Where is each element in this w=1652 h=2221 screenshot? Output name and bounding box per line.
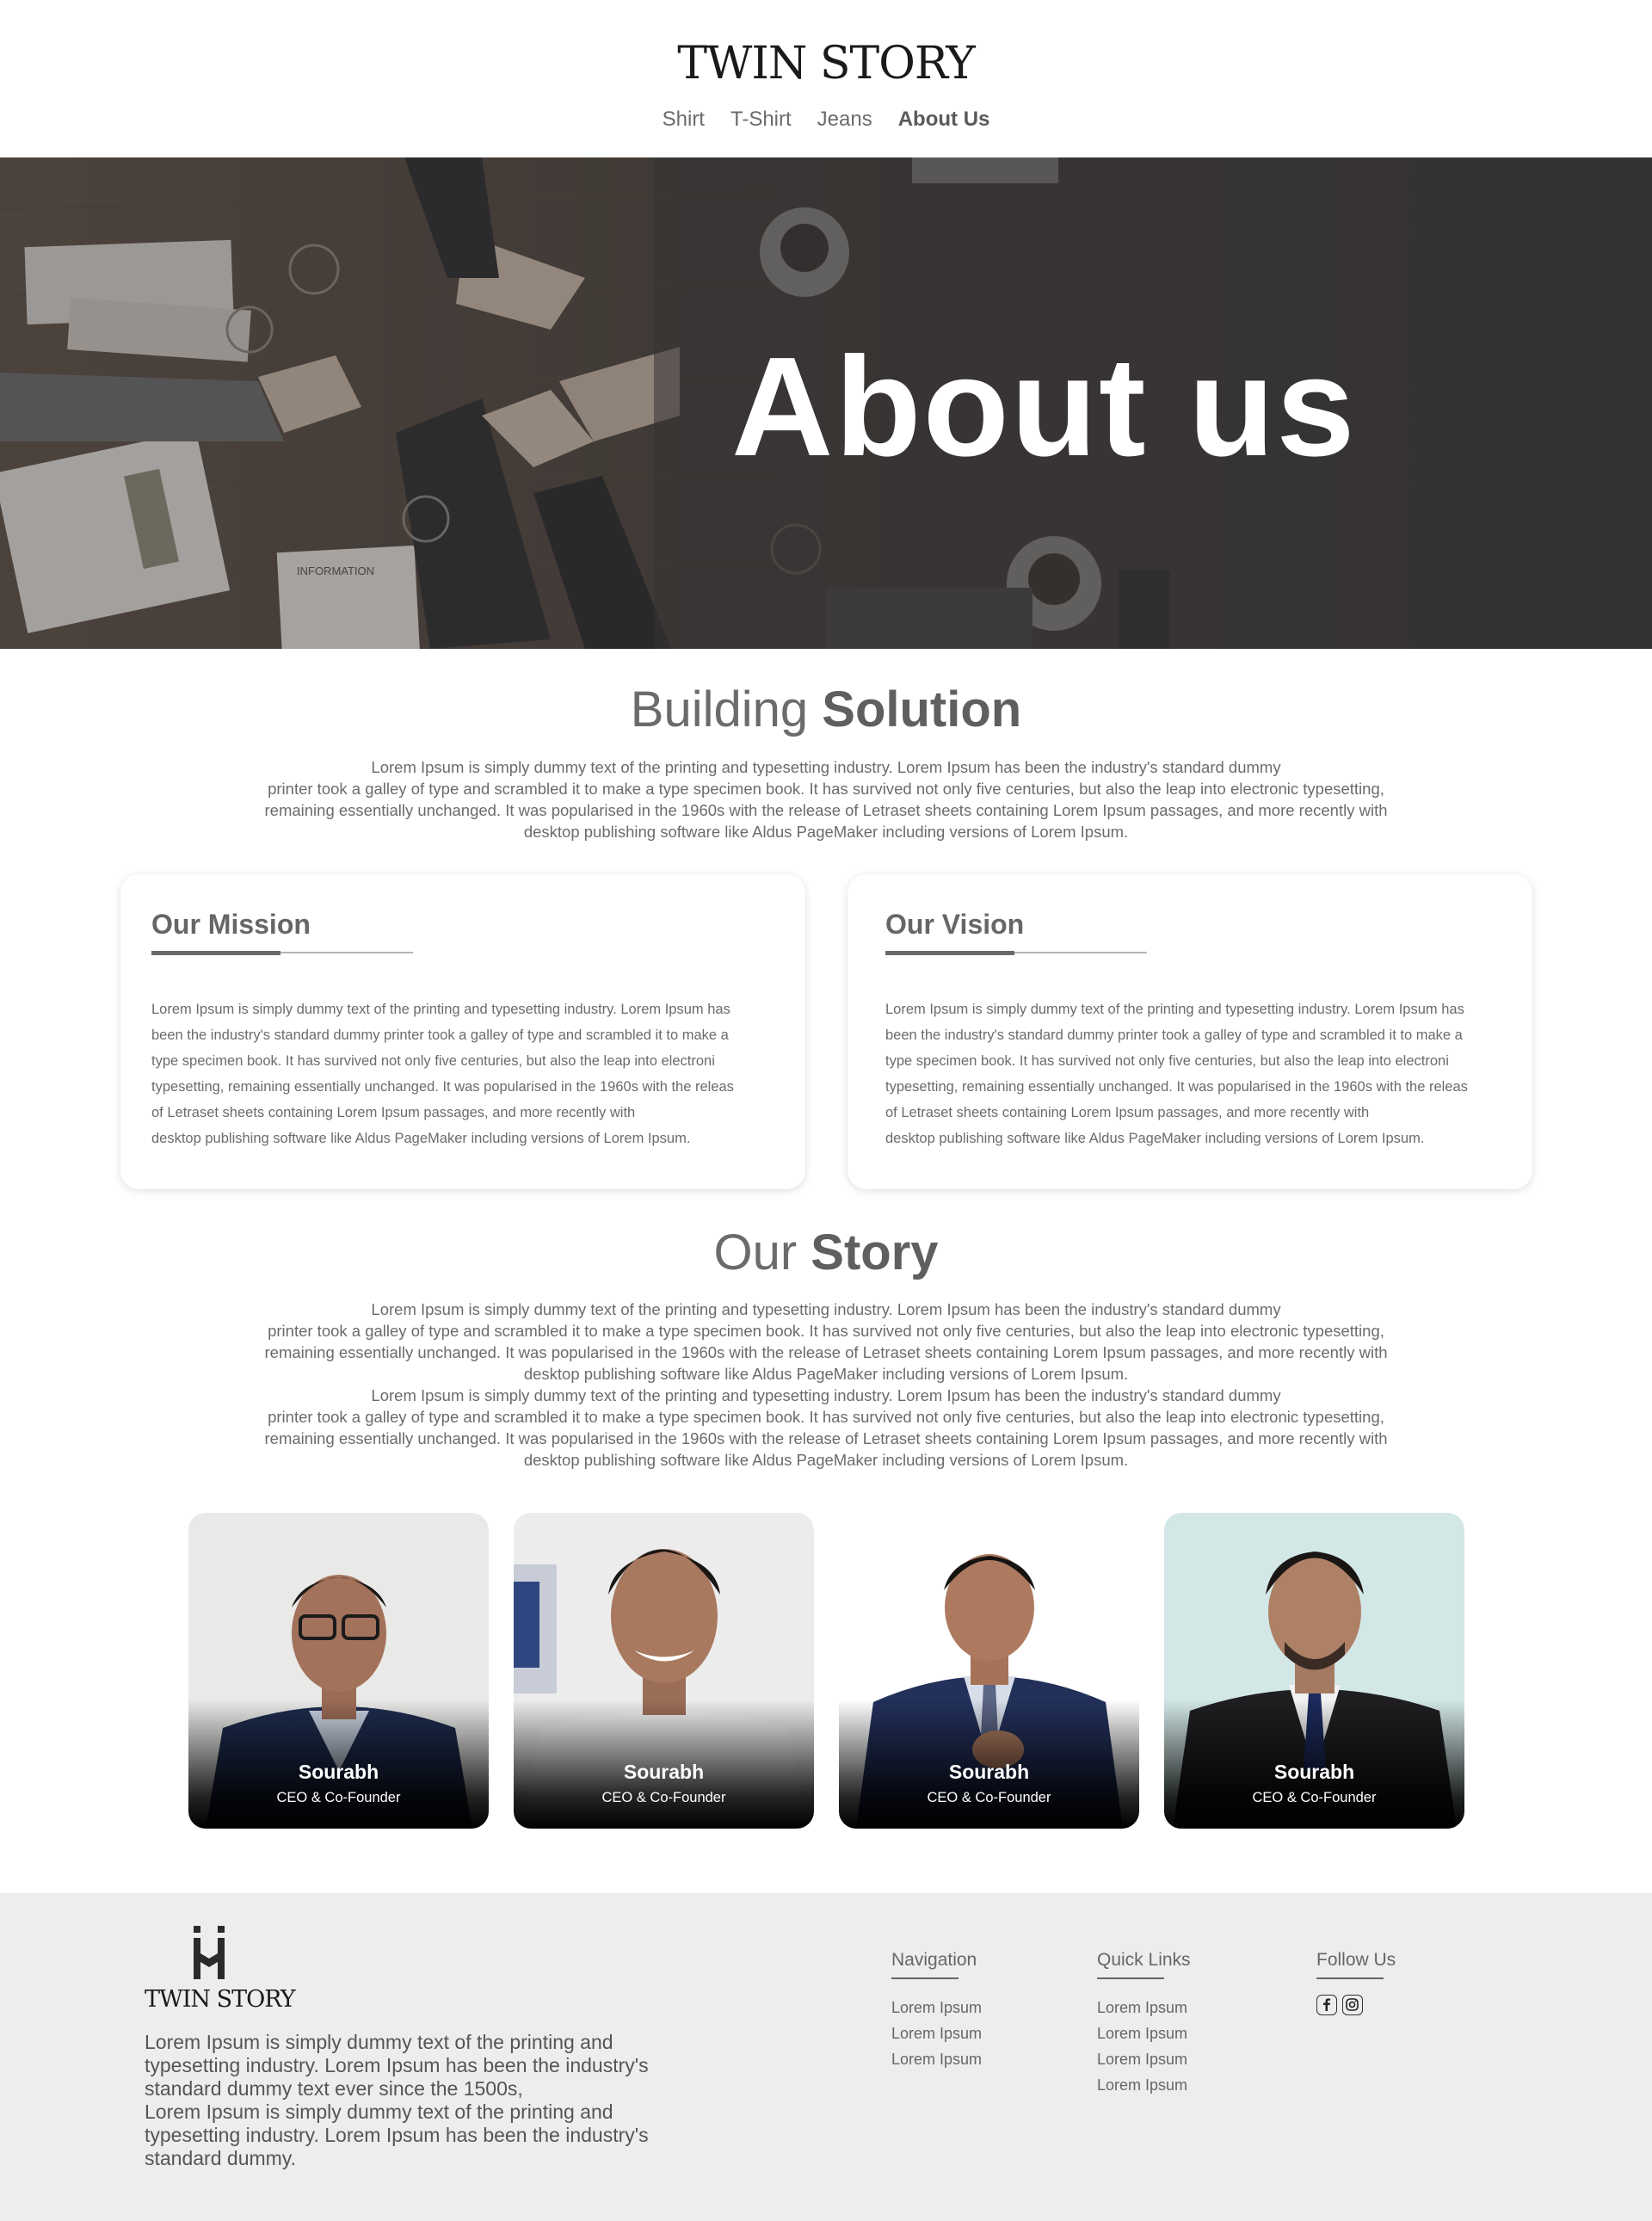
- footer-quick-links-title: Quick Links: [1097, 1950, 1191, 1970]
- footer-description-line: typesetting industry. Lorem Ipsum has be…: [145, 2124, 649, 2146]
- site-footer: TWIN STORY Lorem Ipsum is simply dummy t…: [0, 1893, 1652, 2221]
- nav-item-about-us[interactable]: About Us: [898, 105, 990, 134]
- mission-line: Lorem Ipsum is simply dummy text of the …: [151, 1002, 730, 1017]
- footer-nav-link[interactable]: Lorem Ipsum: [891, 2020, 982, 2046]
- building-solution-text: Lorem Ipsum is simply dummy text of the …: [224, 756, 1428, 842]
- vision-line: been the industry's standard dummy print…: [885, 1027, 1463, 1043]
- mission-line: type specimen book. It has survived not …: [151, 1053, 715, 1069]
- nav-item-jeans[interactable]: Jeans: [817, 105, 872, 134]
- hero-title: About us: [731, 328, 1357, 485]
- building-heading-bold: Solution: [822, 682, 1022, 737]
- vision-text: Lorem Ipsum is simply dummy text of the …: [885, 996, 1513, 1151]
- story-line: Lorem Ipsum is simply dummy text of the …: [371, 1386, 1281, 1404]
- story-heading-light: Our: [713, 1225, 798, 1280]
- footer-quick-link[interactable]: Lorem Ipsum: [1097, 2046, 1191, 2072]
- footer-nav-link[interactable]: Lorem Ipsum: [891, 2046, 982, 2072]
- team-member-name: Sourabh: [1273, 1761, 1355, 1783]
- footer-quick-link[interactable]: Lorem Ipsum: [1097, 1995, 1191, 2020]
- instagram-icon[interactable]: [1342, 1995, 1363, 2015]
- vision-card: Our Vision Lorem Ipsum is simply dummy t…: [848, 874, 1532, 1189]
- vision-line: Lorem Ipsum is simply dummy text of the …: [885, 1002, 1464, 1017]
- vision-line: desktop publishing software like Aldus P…: [885, 1131, 1425, 1146]
- footer-description-line: standard dummy text ever since the 1500s…: [145, 2077, 523, 2100]
- vision-title: Our Vision: [885, 909, 1025, 940]
- brand-mark-icon: [194, 1926, 225, 1979]
- footer-navigation-underline: [891, 1977, 959, 1979]
- footer-navigation: Navigation Lorem Ipsum Lorem Ipsum Lorem…: [891, 1948, 982, 2072]
- mission-card: Our Mission Lorem Ipsum is simply dummy …: [120, 874, 805, 1189]
- mission-line: typesetting, remaining essentially uncha…: [151, 1079, 734, 1095]
- story-line: remaining essentially unchanged. It was …: [264, 1429, 1388, 1447]
- footer-description-line: typesetting industry. Lorem Ipsum has be…: [145, 2054, 649, 2076]
- vision-divider-accent: [885, 951, 1014, 955]
- site-header: TWIN STORY Shirt T-Shirt Jeans About Us: [0, 0, 1652, 157]
- mission-line: been the industry's standard dummy print…: [151, 1027, 729, 1043]
- team-member-card[interactable]: Sourabh CEO & Co-Founder: [188, 1513, 489, 1829]
- nav-item-tshirt[interactable]: T-Shirt: [730, 105, 792, 134]
- building-line: Lorem Ipsum is simply dummy text of the …: [371, 758, 1281, 776]
- footer-quick-link[interactable]: Lorem Ipsum: [1097, 2020, 1191, 2046]
- team-member-name: Sourabh: [298, 1761, 379, 1783]
- footer-logo[interactable]: TWIN STORY: [145, 1986, 296, 2014]
- mission-text: Lorem Ipsum is simply dummy text of the …: [151, 996, 780, 1151]
- footer-description: Lorem Ipsum is simply dummy text of the …: [145, 2031, 730, 2170]
- footer-description-line: standard dummy.: [145, 2147, 296, 2169]
- main-nav: Shirt T-Shirt Jeans About Us: [0, 105, 1652, 134]
- story-heading-bold: Story: [811, 1225, 939, 1280]
- mission-line: desktop publishing software like Aldus P…: [151, 1131, 691, 1146]
- story-line: printer took a galley of type and scramb…: [268, 1408, 1384, 1426]
- footer-follow-title: Follow Us: [1316, 1950, 1396, 1970]
- hero-banner: INFORMATION About us: [0, 157, 1652, 649]
- team-member-name: Sourabh: [623, 1761, 705, 1783]
- vision-line: of Letraset sheets containing Lorem Ipsu…: [885, 1105, 1370, 1120]
- site-logo[interactable]: TWIN STORY: [0, 38, 1652, 89]
- vision-line: typesetting, remaining essentially uncha…: [885, 1079, 1468, 1095]
- team-member-card[interactable]: Sourabh CEO & Co-Founder: [1164, 1513, 1464, 1829]
- building-line: desktop publishing software like Aldus P…: [523, 823, 1129, 841]
- footer-quick-links-underline: [1097, 1977, 1164, 1979]
- building-solution-heading: Building Solution: [0, 680, 1652, 740]
- building-heading-light: Building: [630, 682, 809, 737]
- story-line: Lorem Ipsum is simply dummy text of the …: [371, 1300, 1281, 1318]
- our-story-heading: Our Story: [0, 1223, 1652, 1283]
- story-line: remaining essentially unchanged. It was …: [264, 1343, 1388, 1361]
- footer-quick-links: Quick Links Lorem Ipsum Lorem Ipsum Lore…: [1097, 1948, 1191, 2098]
- social-links: [1316, 1995, 1396, 2015]
- team-member-role: CEO & Co-Founder: [601, 1790, 726, 1805]
- our-story-text: Lorem Ipsum is simply dummy text of the …: [224, 1299, 1428, 1471]
- team-member-role: CEO & Co-Founder: [1252, 1790, 1377, 1805]
- team-member-card[interactable]: Sourabh CEO & Co-Founder: [514, 1513, 814, 1829]
- team-member-name: Sourabh: [948, 1761, 1030, 1783]
- mission-title: Our Mission: [151, 909, 311, 940]
- footer-follow-underline: [1316, 1977, 1384, 1979]
- footer-description-line: Lorem Ipsum is simply dummy text of the …: [145, 2101, 613, 2123]
- story-line: desktop publishing software like Aldus P…: [523, 1365, 1129, 1383]
- footer-nav-link[interactable]: Lorem Ipsum: [891, 1995, 982, 2020]
- story-line: desktop publishing software like Aldus P…: [523, 1451, 1129, 1469]
- mission-line: of Letraset sheets containing Lorem Ipsu…: [151, 1105, 636, 1120]
- nav-item-shirt[interactable]: Shirt: [663, 105, 705, 134]
- facebook-icon[interactable]: [1316, 1995, 1337, 2015]
- story-line: printer took a galley of type and scramb…: [268, 1322, 1384, 1340]
- footer-quick-link[interactable]: Lorem Ipsum: [1097, 2072, 1191, 2098]
- team-member-role: CEO & Co-Founder: [927, 1790, 1051, 1805]
- building-line: printer took a galley of type and scramb…: [268, 780, 1384, 798]
- building-line: remaining essentially unchanged. It was …: [264, 801, 1388, 819]
- vision-line: type specimen book. It has survived not …: [885, 1053, 1449, 1069]
- footer-follow-us: Follow Us: [1316, 1948, 1396, 2015]
- team-member-role: CEO & Co-Founder: [276, 1790, 401, 1805]
- footer-description-line: Lorem Ipsum is simply dummy text of the …: [145, 2031, 613, 2053]
- footer-navigation-title: Navigation: [891, 1950, 977, 1970]
- mission-divider-accent: [151, 951, 280, 955]
- team-member-card[interactable]: Sourabh CEO & Co-Founder: [839, 1513, 1139, 1829]
